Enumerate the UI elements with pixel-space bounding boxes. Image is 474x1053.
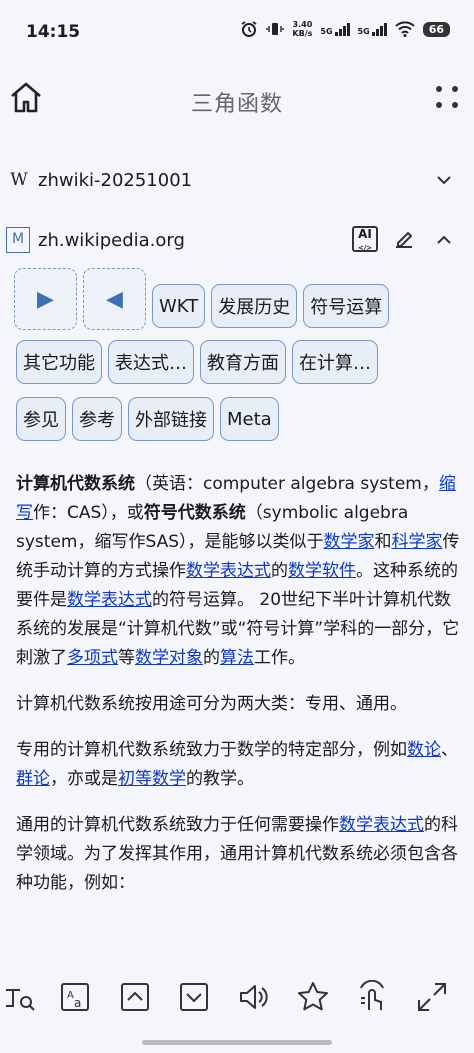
bold-term: 符号代数系统 [143, 503, 246, 523]
section-chip[interactable]: Meta [220, 397, 279, 441]
text: ，亦或是 [50, 769, 118, 789]
section-chip[interactable]: 符号运算 [303, 284, 390, 328]
source-row-site[interactable]: M zh.wikipedia.org AI </> [0, 210, 474, 270]
next-button[interactable]: ▶ [14, 268, 77, 330]
page-up-icon[interactable] [118, 980, 152, 1014]
net-speed-unit: KB/s [292, 29, 313, 38]
ai-icon[interactable]: AI </> [352, 226, 378, 252]
wikipedia-icon: W [10, 170, 28, 190]
net-speed-value: 3.40 [292, 20, 313, 29]
site-icon-letter: M [11, 231, 25, 247]
text: 作：CAS），或 [33, 503, 144, 523]
text: 通用的计算机代数系统致力于任何需要操作 [16, 815, 339, 835]
site-label: zh.wikipedia.org [38, 229, 185, 251]
vibrate-icon [266, 23, 285, 35]
link[interactable]: 数学表达式 [186, 561, 271, 581]
section-chip[interactable]: 参见 [16, 397, 66, 441]
paragraph: 计算机代数系统（英语：computer algebra system，缩写作：C… [16, 470, 462, 673]
fullscreen-icon[interactable] [415, 980, 449, 1014]
section-chip[interactable]: 表达式… [108, 340, 194, 384]
text: 的 [203, 648, 220, 668]
text: 、 [441, 740, 458, 760]
net-speed: 3.40 KB/s [292, 20, 312, 38]
star-icon[interactable] [296, 980, 330, 1014]
paragraph: 通用的计算机代数系统致力于任何需要操作数学表达式的科学领域。为了发挥其作用，通用… [16, 811, 462, 898]
link[interactable]: 多项式 [67, 648, 118, 668]
read-aloud-icon[interactable] [237, 980, 271, 1014]
signal-bars-icon [371, 22, 387, 36]
home-indicator[interactable] [142, 1040, 332, 1045]
status-time: 14:15 [26, 22, 81, 42]
signal-sim1: 5G [320, 22, 350, 36]
text: 工作。 [254, 648, 305, 668]
section-chip[interactable]: 发展历史 [211, 284, 298, 328]
text: （英语：computer algebra system， [135, 474, 439, 494]
font-size-icon[interactable]: Aa [58, 980, 92, 1014]
link[interactable]: 数论 [407, 740, 441, 760]
source-row-zhwiki[interactable]: W zhwiki-20251001 [0, 150, 474, 210]
more-options-icon[interactable] [436, 82, 460, 112]
text: 等 [118, 648, 135, 668]
bold-term: 计算机代数系统 [16, 474, 135, 494]
link[interactable]: 数学家 [324, 532, 375, 552]
article-body: 计算机代数系统（英语：computer algebra system，缩写作：C… [16, 470, 462, 915]
svg-text:a: a [74, 996, 81, 1010]
section-chip[interactable]: WKT [152, 284, 206, 328]
link[interactable]: 数学表达式 [339, 815, 424, 835]
section-nav: ▶ ◀ WKT 发展历史 符号运算 其它功能 表达式… 教育方面 在计算… 参见… [14, 268, 464, 454]
text: 的 [271, 561, 288, 581]
text: 和 [374, 532, 392, 552]
sim2-type: 5G [357, 26, 370, 36]
wifi-icon [394, 21, 415, 37]
section-chip[interactable]: 外部链接 [128, 397, 214, 441]
app-bar: 三角函数 [0, 64, 474, 136]
signal-bars-icon [334, 22, 350, 36]
section-chip[interactable]: 其它功能 [16, 340, 102, 384]
paragraph: 专用的计算机代数系统致力于数学的特定部分，例如数论、群论，亦或是初等数学的教学。 [16, 736, 462, 794]
text-search-icon[interactable] [2, 980, 36, 1014]
site-icon: M [6, 227, 30, 253]
sim1-type: 5G [320, 26, 333, 36]
chevron-down-icon[interactable] [432, 168, 456, 192]
link[interactable]: 算法 [220, 648, 254, 668]
alarm-icon [241, 21, 257, 37]
chevron-up-icon[interactable] [432, 228, 456, 252]
status-bar: 14:15 3.40 KB/s 5G 5G 66 [0, 0, 474, 64]
link[interactable]: 数学表达式 [67, 590, 152, 610]
page-down-icon[interactable] [177, 980, 211, 1014]
signal-sim2: 5G [357, 22, 387, 36]
battery-indicator: 66 [422, 21, 450, 37]
section-chip[interactable]: 教育方面 [200, 340, 286, 384]
page-title: 三角函数 [190, 92, 283, 117]
touch-read-icon[interactable] [355, 980, 389, 1014]
section-chip[interactable]: 在计算… [292, 340, 378, 384]
link[interactable]: 科学家 [392, 532, 443, 552]
text: 的教学。 [186, 769, 254, 789]
link[interactable]: 初等数学 [118, 769, 186, 789]
paragraph: 计算机代数系统按用途可分为两大类：专用、通用。 [16, 694, 407, 714]
source-label: zhwiki-20251001 [38, 169, 193, 191]
text: 专用的计算机代数系统致力于数学的特定部分，例如 [16, 740, 407, 760]
ai-icon-label: AI [358, 227, 372, 241]
link[interactable]: 数学对象 [135, 648, 203, 668]
link[interactable]: 群论 [16, 769, 50, 789]
status-icons: 3.40 KB/s 5G 5G 66 [240, 20, 450, 38]
edit-icon[interactable] [392, 227, 416, 251]
svg-text:A: A [67, 990, 74, 1001]
link[interactable]: 数学软件 [288, 561, 356, 581]
previous-button[interactable]: ◀ [83, 268, 146, 330]
section-chip[interactable]: 参考 [72, 397, 122, 441]
